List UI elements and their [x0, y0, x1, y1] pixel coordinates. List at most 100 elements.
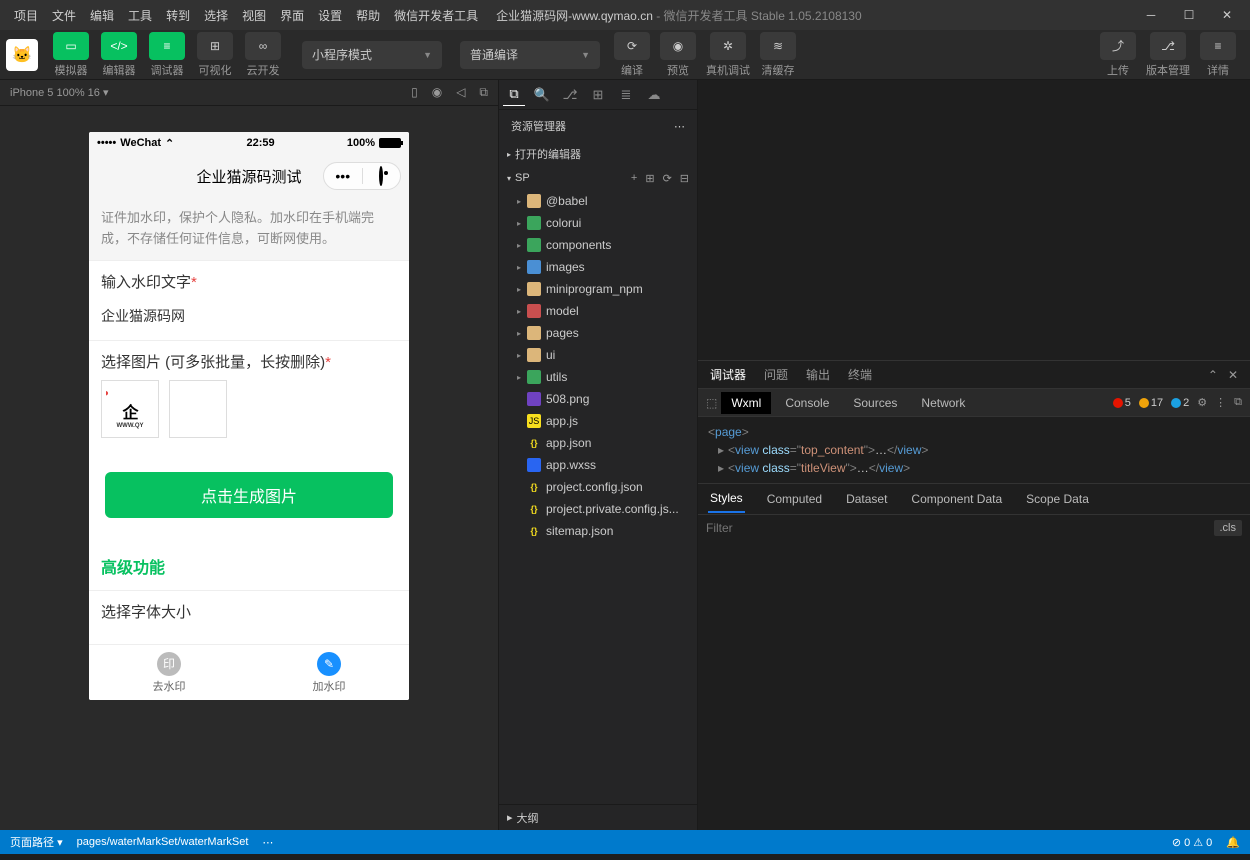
folder-ui[interactable]: ▸ui	[499, 344, 697, 366]
folder-miniprogram_npm[interactable]: ▸miniprogram_npm	[499, 278, 697, 300]
menu-help[interactable]: 帮助	[350, 3, 386, 28]
cloud-tab-icon[interactable]: ☁	[643, 84, 665, 106]
page-path[interactable]: pages/waterMarkSet/waterMarkSet	[77, 836, 249, 848]
menu-interface[interactable]: 界面	[274, 3, 310, 28]
version-button[interactable]: ⎇	[1150, 32, 1186, 60]
menu-settings[interactable]: 设置	[312, 3, 348, 28]
maximize-button[interactable]: ☐	[1174, 3, 1204, 27]
folder-components[interactable]: ▸components	[499, 234, 697, 256]
generate-button[interactable]: 点击生成图片	[105, 472, 393, 518]
image-thumbnail[interactable]: ◗ 企 WWW.QY	[101, 380, 159, 438]
tab-output[interactable]: 输出	[806, 366, 830, 383]
cloud-dev-button[interactable]: ∞	[245, 32, 281, 60]
visual-button[interactable]: ⊞	[197, 32, 233, 60]
project-section[interactable]: ▾SP + ⊞ ⟳ ⊟	[499, 166, 697, 190]
popout-icon[interactable]: ⧉	[1234, 396, 1242, 409]
tab-wxml[interactable]: Wxml	[721, 392, 771, 414]
compile-button[interactable]: ⟳	[614, 32, 650, 60]
refresh-icon[interactable]: ⟳	[663, 172, 672, 185]
record-icon[interactable]: ◉	[432, 85, 442, 100]
menu-edit[interactable]: 编辑	[84, 3, 120, 28]
extensions-tab-icon[interactable]: ⊞	[587, 84, 609, 106]
close-target-icon[interactable]	[363, 168, 401, 184]
menu-project[interactable]: 项目	[8, 3, 44, 28]
tab-debugger[interactable]: 调试器	[710, 366, 746, 383]
folder-images[interactable]: ▸images	[499, 256, 697, 278]
folder-model[interactable]: ▸model	[499, 300, 697, 322]
outline-section[interactable]: ▸大纲	[499, 804, 697, 830]
tab-terminal[interactable]: 终端	[848, 366, 872, 383]
tab-scope-data[interactable]: Scope Data	[1024, 486, 1091, 512]
menu-goto[interactable]: 转到	[160, 3, 196, 28]
file-app.wxss[interactable]: app.wxss	[499, 454, 697, 476]
tab-component-data[interactable]: Component Data	[909, 486, 1004, 512]
folder-utils[interactable]: ▸utils	[499, 366, 697, 388]
file-project.config.json[interactable]: {}project.config.json	[499, 476, 697, 498]
tab-sources[interactable]: Sources	[843, 392, 907, 414]
warning-badge[interactable]: 17	[1139, 397, 1163, 409]
file-app.json[interactable]: {}app.json	[499, 432, 697, 454]
menu-wechat-devtools[interactable]: 微信开发者工具	[388, 3, 484, 28]
add-image-slot[interactable]	[169, 380, 227, 438]
file-app.js[interactable]: JSapp.js	[499, 410, 697, 432]
upload-button[interactable]: ⤴	[1100, 32, 1136, 60]
wxml-tree[interactable]: <page> ▸<view class="top_content">…</vie…	[698, 417, 1250, 483]
new-file-icon[interactable]: +	[631, 172, 637, 185]
device-icon[interactable]: ▯	[411, 85, 418, 100]
tab-console[interactable]: Console	[775, 392, 839, 414]
mute-icon[interactable]: ◁	[456, 85, 465, 100]
popout-icon[interactable]: ⧉	[479, 85, 488, 100]
clear-cache-button[interactable]: ≋	[760, 32, 796, 60]
folder-@babel[interactable]: ▸@babel	[499, 190, 697, 212]
file-project.private.config.js...[interactable]: {}project.private.config.js...	[499, 498, 697, 520]
search-tab-icon[interactable]: 🔍	[531, 84, 553, 106]
compile-dropdown[interactable]: 普通编译▼	[460, 41, 600, 69]
editor-area[interactable]	[698, 80, 1250, 360]
debugger-button[interactable]: ≡	[149, 32, 185, 60]
more-icon[interactable]: ⋯	[674, 120, 685, 133]
status-errors[interactable]: ⊘ 0 ⚠ 0	[1172, 836, 1212, 849]
git-tab-icon[interactable]: ⎇	[559, 84, 581, 106]
avatar[interactable]: 🐱	[6, 39, 38, 71]
tab-remove-watermark[interactable]: 印去水印	[89, 645, 249, 700]
capsule-button[interactable]: •••	[323, 162, 401, 190]
tab-dataset[interactable]: Dataset	[844, 486, 889, 512]
simulator-button[interactable]: ▭	[53, 32, 89, 60]
settings-icon[interactable]: ⚙	[1197, 396, 1207, 409]
styles-filter-input[interactable]	[706, 521, 1214, 535]
tab-computed[interactable]: Computed	[765, 486, 824, 512]
open-editors-section[interactable]: ▸打开的编辑器	[499, 142, 697, 166]
editor-button[interactable]: </>	[101, 32, 137, 60]
bell-icon[interactable]: 🔔	[1226, 836, 1240, 849]
new-folder-icon[interactable]: ⊞	[645, 172, 654, 185]
tab-network[interactable]: Network	[911, 392, 975, 414]
device-selector[interactable]: iPhone 5 100% 16 ▾	[10, 86, 109, 99]
tab-add-watermark[interactable]: ✎加水印	[249, 645, 409, 700]
close-button[interactable]: ✕	[1212, 3, 1242, 27]
more-icon[interactable]: ⋮	[1215, 396, 1226, 409]
file-508.png[interactable]: 508.png	[499, 388, 697, 410]
collapse-icon[interactable]: ⊟	[680, 172, 689, 185]
panel-close-icon[interactable]: ✕	[1228, 368, 1238, 382]
page-path-label[interactable]: 页面路径 ▾	[10, 834, 63, 850]
explorer-tab-icon[interactable]: ⧉	[503, 84, 525, 106]
folder-colorui[interactable]: ▸colorui	[499, 212, 697, 234]
minimize-button[interactable]: ─	[1136, 3, 1166, 27]
inspect-icon[interactable]: ⬚	[706, 396, 717, 410]
more-status-icon[interactable]: ⋯	[262, 836, 273, 849]
menu-file[interactable]: 文件	[46, 3, 82, 28]
detail-button[interactable]: ≡	[1200, 32, 1236, 60]
menu-dots-icon[interactable]: •••	[324, 168, 362, 184]
info-badge[interactable]: 2	[1171, 397, 1189, 409]
menu-tools[interactable]: 工具	[122, 3, 158, 28]
mode-dropdown[interactable]: 小程序模式▼	[302, 41, 442, 69]
remote-debug-button[interactable]: ✲	[710, 32, 746, 60]
file-sitemap.json[interactable]: {}sitemap.json	[499, 520, 697, 542]
folder-pages[interactable]: ▸pages	[499, 322, 697, 344]
error-badge[interactable]: 5	[1113, 397, 1131, 409]
menu-view[interactable]: 视图	[236, 3, 272, 28]
panel-up-icon[interactable]: ⌃	[1208, 368, 1218, 382]
db-tab-icon[interactable]: ≣	[615, 84, 637, 106]
tab-styles[interactable]: Styles	[708, 485, 745, 513]
tab-problems[interactable]: 问题	[764, 366, 788, 383]
